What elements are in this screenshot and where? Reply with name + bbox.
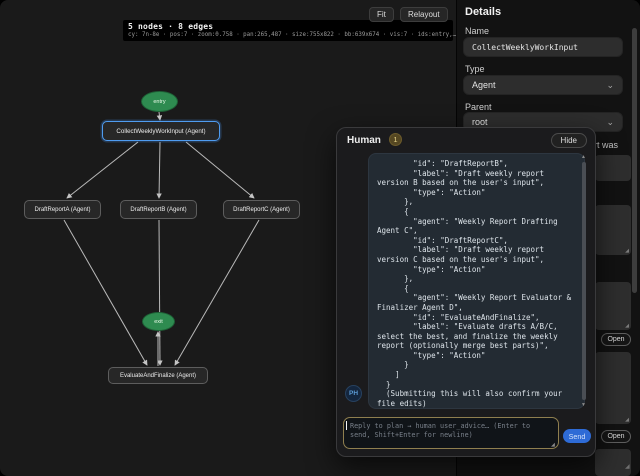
type-label: Type [465, 64, 485, 74]
hide-button[interactable]: Hide [551, 133, 587, 148]
graph-stats-overlay: 5 nodes · 8 edges cy: 7n-8e · pos:7 · zo… [123, 20, 453, 41]
resize-handle-icon[interactable]: ◢ [551, 442, 555, 448]
sidebar-scrollbar-thumb[interactable] [632, 28, 637, 293]
graph-stats-detail: cy: 7n-8e · pos:7 · zoom:0.758 · pan:265… [128, 32, 448, 38]
occluded-textarea[interactable]: ◢ [595, 205, 631, 255]
name-input[interactable]: CollectWeeklyWorkInput [463, 37, 623, 57]
pending-count-badge: 1 [389, 133, 402, 146]
occluded-textarea[interactable]: ◢ [595, 282, 631, 330]
resize-handle-icon[interactable]: ◢ [625, 418, 629, 423]
avatar: PH [345, 385, 362, 402]
resize-handle-icon[interactable]: ◢ [625, 249, 629, 254]
occluded-textarea[interactable]: ◢ [595, 352, 631, 424]
occluded-field[interactable] [595, 155, 631, 181]
node-draft-report-b[interactable]: DraftReportB (Agent) [120, 200, 197, 219]
node-entry[interactable]: entry [141, 91, 178, 112]
parent-select-value: root [472, 117, 488, 127]
chevron-down-icon: ⌄ [606, 81, 614, 90]
details-title: Details [465, 6, 501, 18]
open-button[interactable]: Open [601, 333, 631, 346]
agent-message-text: "id": "DraftReportB", "label": "Draft we… [377, 159, 574, 408]
window-resize-handle-icon[interactable]: ◢ [625, 463, 630, 470]
node-evaluate-and-finalize[interactable]: EvaluateAndFinalize (Agent) [108, 367, 208, 384]
fit-button[interactable]: Fit [369, 7, 394, 22]
scroll-up-arrow-icon[interactable]: ▲ [581, 154, 586, 160]
message-scrollbar-thumb[interactable] [582, 162, 586, 400]
reply-input[interactable] [343, 417, 559, 449]
node-exit[interactable]: exit [142, 312, 175, 331]
open-button[interactable]: Open [601, 430, 631, 443]
occluded-text-fragment: rt was [594, 140, 618, 150]
chevron-down-icon: ⌄ [606, 118, 614, 127]
text-caret [346, 421, 347, 430]
resize-handle-icon[interactable]: ◢ [625, 324, 629, 329]
type-select[interactable]: Agent ⌄ [463, 75, 623, 95]
scroll-down-arrow-icon[interactable]: ▼ [581, 402, 586, 408]
app-window: 5 nodes · 8 edges cy: 7n-8e · pos:7 · zo… [0, 0, 640, 476]
node-collect-weekly-work-input[interactable]: CollectWeeklyWorkInput (Agent) [102, 121, 220, 141]
send-button[interactable]: Send [563, 429, 591, 443]
node-draft-report-a[interactable]: DraftReportA (Agent) [24, 200, 101, 219]
parent-label: Parent [465, 102, 492, 112]
agent-message-bubble: "id": "DraftReportB", "label": "Draft we… [368, 153, 585, 409]
human-input-modal: Human 1 Hide "id": "DraftReportB", "labe… [336, 127, 596, 457]
modal-title: Human [347, 135, 381, 146]
relayout-button[interactable]: Relayout [400, 7, 448, 22]
node-draft-report-c[interactable]: DraftReportC (Agent) [223, 200, 300, 219]
type-select-value: Agent [472, 80, 496, 90]
name-label: Name [465, 26, 489, 36]
graph-stats-summary: 5 nodes · 8 edges [128, 22, 448, 31]
